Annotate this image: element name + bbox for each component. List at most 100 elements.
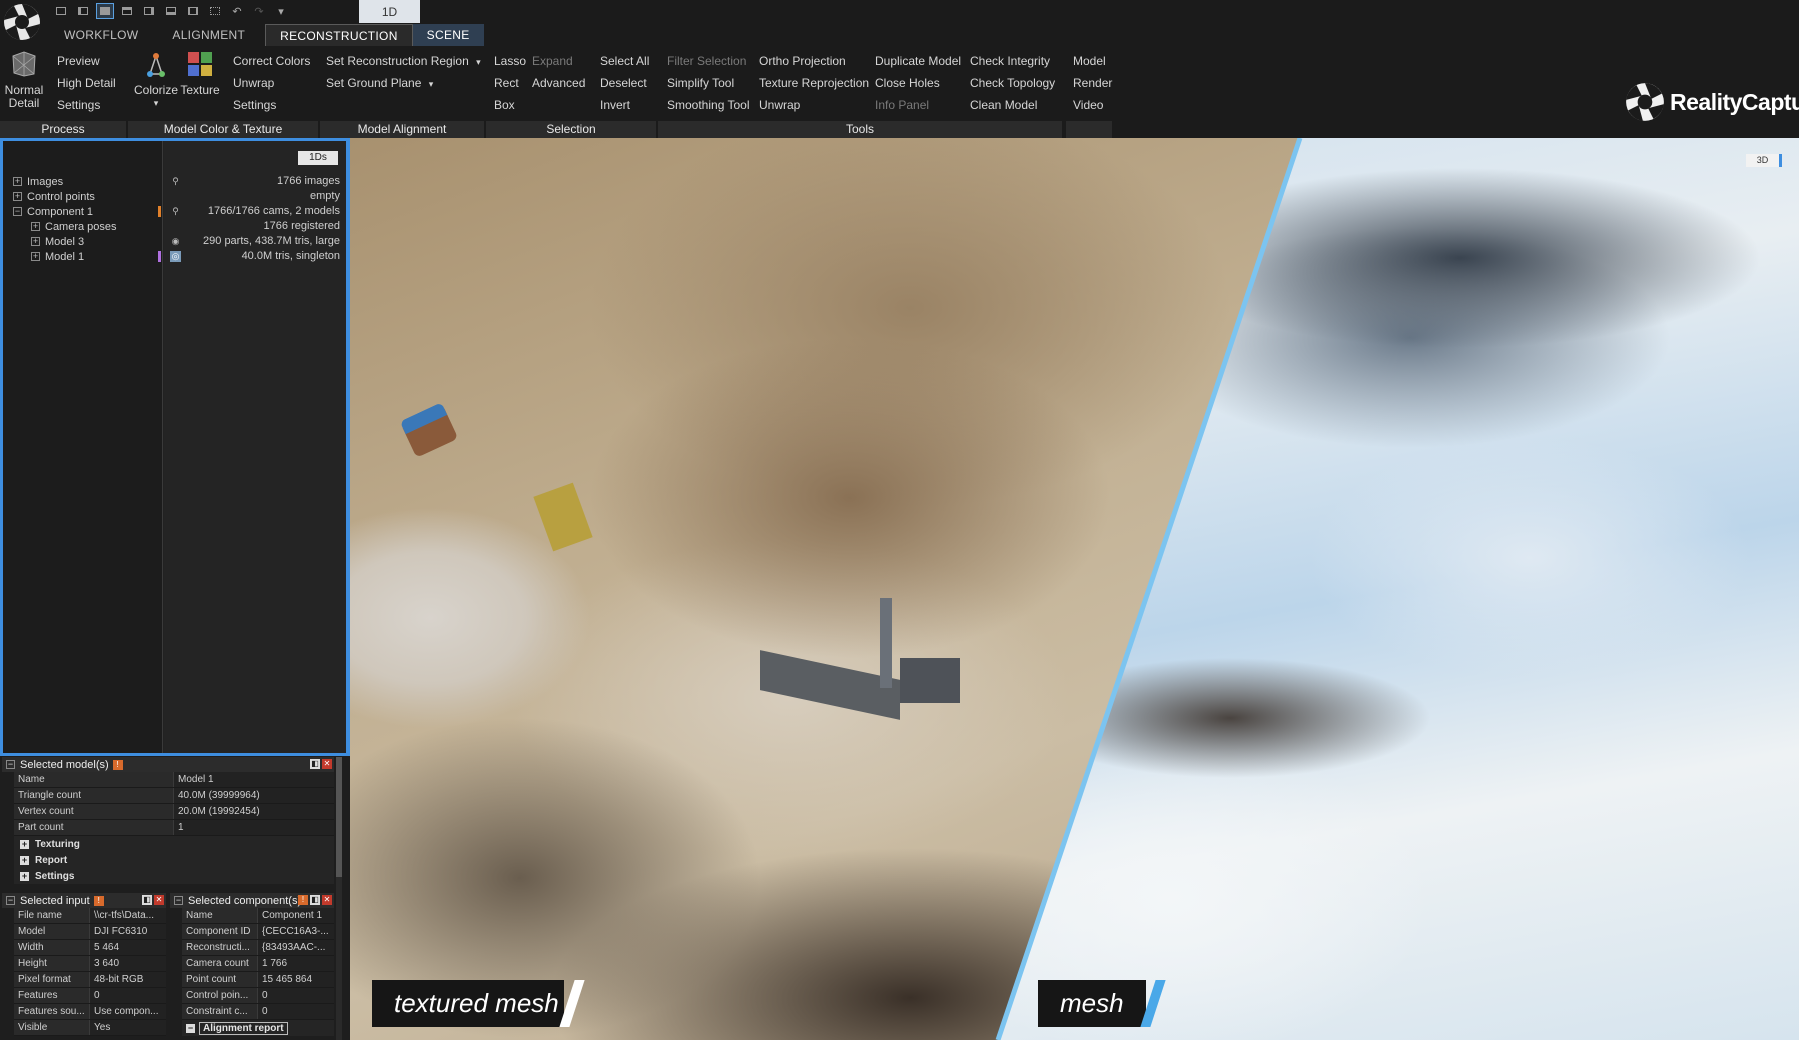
tree-item-model-1[interactable]: + Model 1 <box>31 249 84 264</box>
collapse-icon[interactable]: − <box>174 896 183 905</box>
tab-reconstruction[interactable]: RECONSTRUCTION <box>265 24 413 46</box>
prop-value[interactable]: Model 1 <box>174 772 334 787</box>
app-logo-icon[interactable] <box>2 2 42 42</box>
pin-icon[interactable]: ⚲ <box>170 206 181 217</box>
tab-workflow[interactable]: WORKFLOW <box>50 24 152 46</box>
pin-icon[interactable]: ⚲ <box>170 176 181 187</box>
tools-unwrap-button[interactable]: Unwrap <box>759 98 800 112</box>
high-detail-button[interactable]: High Detail <box>57 76 116 90</box>
invert-button[interactable]: Invert <box>600 98 630 112</box>
rect-button[interactable]: Rect <box>494 76 519 90</box>
expand-icon[interactable]: + <box>20 839 29 849</box>
collapse-icon[interactable]: − <box>13 207 22 216</box>
box-button[interactable]: Box <box>494 98 515 112</box>
redo-icon[interactable]: ↷ <box>250 3 268 19</box>
view-3d-button[interactable]: 3D <box>1746 154 1782 167</box>
dock-icon[interactable]: ◧ <box>142 895 152 905</box>
preview-button[interactable]: Preview <box>57 54 100 68</box>
prop-value[interactable]: Use compon... <box>90 1004 166 1019</box>
set-reconstruction-region-button[interactable]: Set Reconstruction Region ▾ <box>326 54 481 68</box>
collapse-icon[interactable]: − <box>6 760 15 769</box>
layout-8-icon[interactable] <box>206 3 224 19</box>
expand-icon[interactable]: + <box>31 222 40 231</box>
filter-selection-button[interactable]: Filter Selection <box>667 54 746 68</box>
collapse-icon[interactable]: − <box>186 1023 195 1033</box>
close-holes-button[interactable]: Close Holes <box>875 76 940 90</box>
select-all-button[interactable]: Select All <box>600 54 649 68</box>
layout-6-icon[interactable] <box>162 3 180 19</box>
panel-scrollbar[interactable] <box>336 757 342 1040</box>
expand-icon[interactable]: + <box>13 177 22 186</box>
tab-1d[interactable]: 1D <box>359 0 420 23</box>
texture-settings-button[interactable]: Settings <box>233 98 276 112</box>
close-icon[interactable]: ✕ <box>322 895 332 905</box>
correct-colors-button[interactable]: Correct Colors <box>233 54 310 68</box>
expand-icon[interactable]: + <box>31 252 40 261</box>
texture-button[interactable]: Texture <box>178 50 222 97</box>
check-integrity-button[interactable]: Check Integrity <box>970 54 1050 68</box>
tree-item-model-3[interactable]: + Model 3 <box>31 234 84 249</box>
scrollbar-thumb[interactable] <box>336 757 342 877</box>
collapse-icon[interactable]: − <box>6 896 15 905</box>
layout-5-icon[interactable] <box>140 3 158 19</box>
caption-mesh: mesh <box>1038 980 1146 1027</box>
3d-viewport[interactable]: 3D textured mesh mesh <box>350 138 1799 1040</box>
video-button[interactable]: Video <box>1073 98 1103 112</box>
tab-scene[interactable]: SCENE <box>412 24 484 46</box>
selected-input-header[interactable]: − Selected input ! ◧ ✕ <box>2 893 166 908</box>
ortho-projection-button[interactable]: Ortho Projection <box>759 54 846 68</box>
tree-item-camera-poses[interactable]: + Camera poses <box>31 219 117 234</box>
eye-icon[interactable]: ◉ <box>170 236 181 247</box>
prop-value[interactable]: Yes <box>90 1020 166 1035</box>
customize-icon[interactable]: ▾ <box>272 3 290 19</box>
export-model-button[interactable]: Model <box>1073 54 1106 68</box>
layout-2-icon[interactable] <box>74 3 92 19</box>
texture-reprojection-button[interactable]: Texture Reprojection <box>759 76 869 90</box>
expand-button[interactable]: Expand <box>532 54 573 68</box>
section-texturing[interactable]: + Texturing <box>14 836 334 852</box>
selected-models-header[interactable]: − Selected model(s) ! ◧ ✕ <box>2 757 334 772</box>
simplify-tool-button[interactable]: Simplify Tool <box>667 76 734 90</box>
section-report[interactable]: + Report <box>14 852 334 868</box>
normal-detail-label: Normal Detail <box>4 83 44 110</box>
undo-icon[interactable]: ↶ <box>228 3 246 19</box>
advanced-button[interactable]: Advanced <box>532 76 585 90</box>
tree-item-component-1[interactable]: − Component 1 <box>13 204 93 219</box>
dock-icon[interactable]: ◧ <box>310 759 320 769</box>
colorize-button[interactable]: Colorize ▾ <box>134 50 178 110</box>
smoothing-tool-button[interactable]: Smoothing Tool <box>667 98 750 112</box>
layout-3-icon[interactable] <box>96 3 114 19</box>
lasso-button[interactable]: Lasso <box>494 54 526 68</box>
selected-model-icon[interactable]: ◎ <box>170 251 181 262</box>
layout-7-icon[interactable] <box>184 3 202 19</box>
tab-alignment[interactable]: ALIGNMENT <box>158 24 259 46</box>
set-ground-plane-button[interactable]: Set Ground Plane ▾ <box>326 76 433 90</box>
unwrap-button[interactable]: Unwrap <box>233 76 274 90</box>
deselect-button[interactable]: Deselect <box>600 76 647 90</box>
prop-value[interactable]: Component 1 <box>258 908 334 923</box>
alignment-report-button[interactable]: Alignment report <box>199 1021 288 1035</box>
dock-icon[interactable]: ◧ <box>310 895 320 905</box>
layout-1-icon[interactable] <box>52 3 70 19</box>
selected-component-header[interactable]: − Selected component(s) ! ◧ ✕ <box>170 893 334 908</box>
tree-item-images[interactable]: + Images <box>13 174 63 189</box>
render-button[interactable]: Render <box>1073 76 1112 90</box>
section-settings[interactable]: + Settings <box>14 868 334 884</box>
duplicate-model-button[interactable]: Duplicate Model <box>875 54 961 68</box>
tree-item-control-points[interactable]: + Control points <box>13 189 95 204</box>
layout-4-icon[interactable] <box>118 3 136 19</box>
close-icon[interactable]: ✕ <box>154 895 164 905</box>
expand-icon[interactable]: + <box>13 192 22 201</box>
info-panel-button[interactable]: Info Panel <box>875 98 929 112</box>
ds-view-button[interactable]: 1Ds <box>298 151 338 165</box>
expand-icon[interactable]: + <box>20 855 29 865</box>
normal-detail-button[interactable]: Normal Detail <box>2 50 46 110</box>
check-topology-button[interactable]: Check Topology <box>970 76 1055 90</box>
brand-logo: RealityCapture <box>1624 80 1799 124</box>
close-icon[interactable]: ✕ <box>322 759 332 769</box>
expand-icon[interactable]: + <box>20 871 29 881</box>
expand-icon[interactable]: + <box>31 237 40 246</box>
clean-model-button[interactable]: Clean Model <box>970 98 1037 112</box>
process-settings-button[interactable]: Settings <box>57 98 100 112</box>
prop-value: 0 <box>258 988 334 1003</box>
